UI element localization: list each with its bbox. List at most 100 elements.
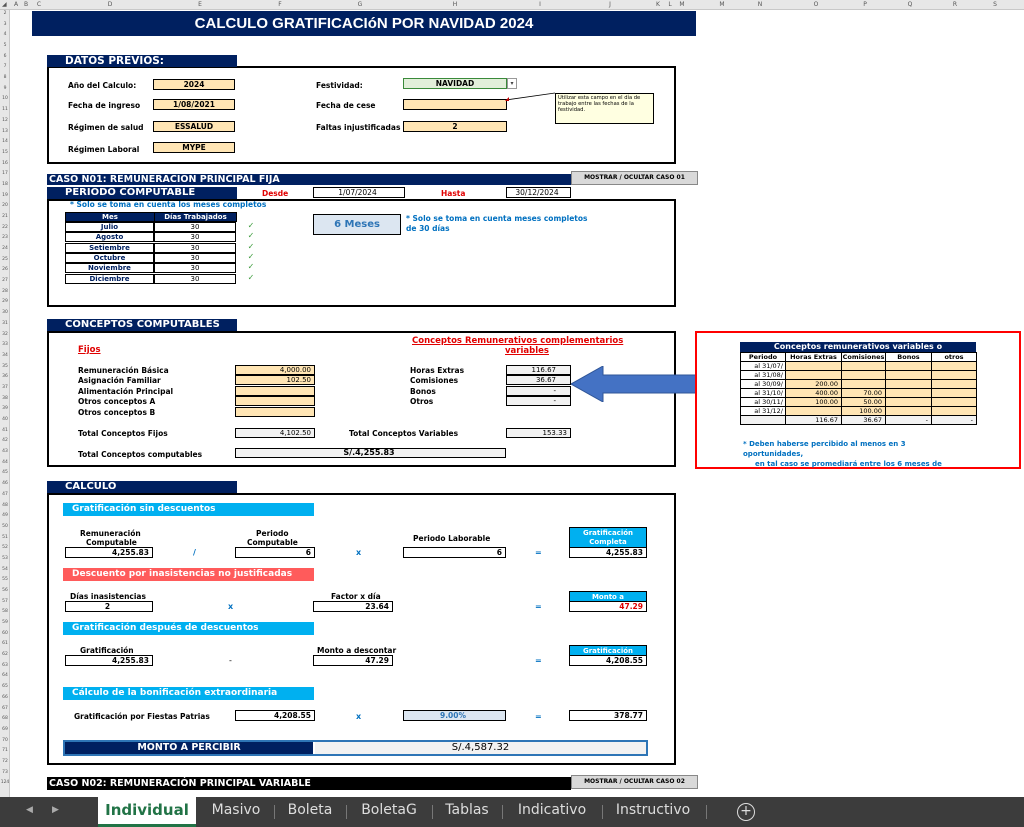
row-header[interactable]: 26	[0, 268, 9, 273]
row-header[interactable]: 63	[0, 663, 9, 668]
row-header[interactable]: 124	[0, 781, 9, 786]
row-header[interactable]: 8	[0, 75, 9, 80]
row-header[interactable]: 22	[0, 225, 9, 230]
col-header[interactable]: K	[652, 1, 664, 8]
row-header[interactable]: 17	[0, 172, 9, 177]
dropdown-arrow-icon[interactable]: ▾	[507, 78, 517, 89]
col-header[interactable]: I	[510, 1, 570, 8]
row-header[interactable]: 57	[0, 599, 9, 604]
col-header[interactable]: M	[676, 1, 688, 8]
mes-dias[interactable]: 30	[154, 263, 236, 274]
festividad-select[interactable]: NAVIDAD	[403, 78, 507, 89]
variables-cell[interactable]: 50.00	[841, 397, 886, 407]
add-sheet-icon[interactable]: +	[737, 803, 755, 821]
variables-cell[interactable]	[885, 361, 932, 371]
row-header[interactable]: 33	[0, 342, 9, 347]
row-header[interactable]: 9	[0, 86, 9, 91]
mes-dias[interactable]: 30	[154, 252, 236, 263]
variables-cell[interactable]	[841, 379, 886, 389]
row-header[interactable]: 4	[0, 33, 9, 38]
row-header[interactable]: 16	[0, 161, 9, 166]
fijo-value[interactable]	[235, 396, 315, 407]
mes-dias[interactable]: 30	[154, 222, 236, 232]
col-header[interactable]: H	[400, 1, 510, 8]
anio-field[interactable]: 2024	[153, 79, 235, 90]
fijo-value[interactable]: 102.50	[235, 375, 315, 386]
col-header[interactable]: E	[160, 1, 240, 8]
hasta-field[interactable]: 30/12/2024	[506, 187, 571, 198]
tab-instructivo[interactable]: Instructivo	[606, 797, 700, 827]
row-header[interactable]: 53	[0, 556, 9, 561]
fijo-value[interactable]	[235, 406, 315, 417]
col-header[interactable]: R	[945, 1, 965, 8]
row-header[interactable]: 2	[0, 11, 9, 16]
row-header[interactable]: 56	[0, 588, 9, 593]
scroll-right-icon[interactable]: ▶	[52, 805, 59, 815]
col-header[interactable]: F	[240, 1, 320, 8]
row-header[interactable]: 28	[0, 289, 9, 294]
tab-boleta[interactable]: Boleta	[278, 797, 342, 827]
row-header[interactable]: 55	[0, 578, 9, 583]
pct-value[interactable]: 9.00%	[403, 710, 506, 721]
row-header[interactable]: 25	[0, 257, 9, 262]
col-header[interactable]: Q	[900, 1, 920, 8]
col-header[interactable]: L	[664, 1, 676, 8]
tab-indicativo[interactable]: Indicativo	[506, 797, 598, 827]
row-header[interactable]: 5	[0, 43, 9, 48]
row-header[interactable]: 67	[0, 706, 9, 711]
variables-cell[interactable]	[785, 370, 842, 380]
row-header[interactable]: 72	[0, 759, 9, 764]
col-header[interactable]: C	[32, 1, 46, 8]
mes-dias[interactable]: 30	[154, 273, 236, 284]
row-header[interactable]: 42	[0, 439, 9, 444]
scroll-left-icon[interactable]: ◀	[26, 805, 33, 815]
variables-cell[interactable]	[885, 370, 932, 380]
row-header[interactable]: 64	[0, 674, 9, 679]
row-header[interactable]: 71	[0, 749, 9, 754]
variables-cell[interactable]	[885, 388, 932, 398]
col-header[interactable]: P	[855, 1, 875, 8]
variables-cell[interactable]	[931, 388, 977, 398]
cese-field[interactable]	[403, 99, 507, 110]
col-header[interactable]: O	[806, 1, 826, 8]
variables-cell[interactable]: 400.00	[785, 388, 842, 398]
row-header[interactable]: 3	[0, 22, 9, 27]
variables-cell[interactable]	[931, 370, 977, 380]
row-header[interactable]: 13	[0, 129, 9, 134]
row-header[interactable]: 69	[0, 727, 9, 732]
toggle-caso2-button[interactable]: MOSTRAR / OCULTAR CASO 02	[571, 775, 698, 789]
row-header[interactable]: 15	[0, 150, 9, 155]
row-header[interactable]: 12	[0, 118, 9, 123]
mes-dias[interactable]: 30	[154, 232, 236, 243]
row-header[interactable]: 7	[0, 65, 9, 70]
row-header[interactable]: 60	[0, 631, 9, 636]
fijo-value[interactable]: 4,000.00	[235, 365, 315, 375]
row-header[interactable]: 20	[0, 204, 9, 209]
row-header[interactable]: 59	[0, 620, 9, 625]
row-header[interactable]: 50	[0, 524, 9, 529]
row-header[interactable]: 62	[0, 652, 9, 657]
row-header[interactable]: 6	[0, 54, 9, 59]
variables-cell[interactable]	[931, 361, 977, 371]
row-header[interactable]: 52	[0, 545, 9, 550]
row-header[interactable]: 34	[0, 353, 9, 358]
row-header[interactable]: 21	[0, 214, 9, 219]
row-header[interactable]: 39	[0, 407, 9, 412]
col-header[interactable]: G	[320, 1, 400, 8]
variables-cell[interactable]: 100.00	[785, 397, 842, 407]
row-header[interactable]: 37	[0, 385, 9, 390]
salud-field[interactable]: ESSALUD	[153, 121, 235, 132]
row-header[interactable]: 38	[0, 396, 9, 401]
laboral-field[interactable]: MYPE	[153, 142, 235, 153]
row-header[interactable]: 41	[0, 428, 9, 433]
row-header[interactable]: 14	[0, 139, 9, 144]
row-header[interactable]: 48	[0, 503, 9, 508]
row-header[interactable]: 54	[0, 567, 9, 572]
row-header[interactable]: 47	[0, 492, 9, 497]
row-header[interactable]: 11	[0, 107, 9, 112]
col-header[interactable]: D	[60, 1, 160, 8]
col-header[interactable]: B	[22, 1, 30, 8]
col-header[interactable]: A	[12, 1, 20, 8]
row-header[interactable]: 45	[0, 471, 9, 476]
variables-cell[interactable]	[931, 397, 977, 407]
